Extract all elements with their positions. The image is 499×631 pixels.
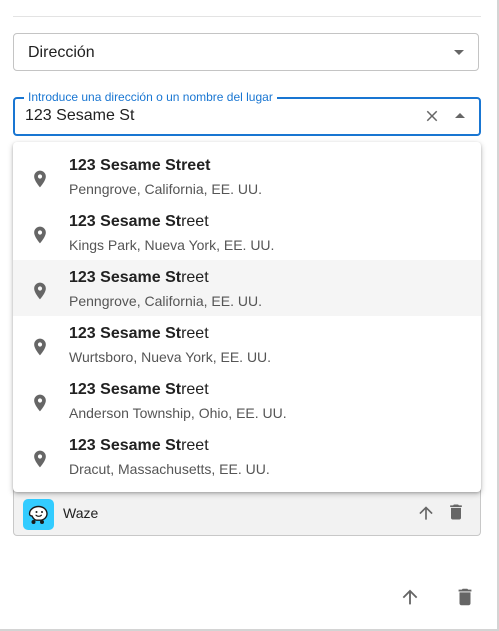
suggestion-title: 123 Sesame Street [69,269,209,286]
address-type-value: Dirección [28,44,95,61]
suggestion-subtitle: Penngrove, California, EE. UU. [69,181,262,197]
location-pin-icon [34,170,46,188]
navigation-app-row: Waze [13,486,481,536]
chevron-down-icon[interactable] [454,50,464,55]
top-divider [13,16,481,17]
location-pin-icon [34,394,46,412]
arrow-up-icon[interactable] [399,586,421,608]
location-pin-icon [34,226,46,244]
suggestion-title: 123 Sesame Street [69,437,209,454]
suggestion-item[interactable]: 123 Sesame Street Kings Park, Nueva York… [13,204,481,260]
suggestion-title: 123 Sesame Street [69,213,209,230]
place-search-input[interactable] [25,107,405,125]
suggestion-item[interactable]: 123 Sesame Street Anderson Township, Ohi… [13,372,481,428]
clear-icon[interactable] [423,107,441,125]
suggestion-subtitle: Anderson Township, Ohio, EE. UU. [69,405,287,421]
suggestion-item[interactable]: 123 Sesame Street Penngrove, California,… [13,148,481,204]
suggestion-item[interactable]: 123 Sesame Street Penngrove, California,… [13,260,481,316]
suggestion-title: 123 Sesame Street [69,157,211,174]
search-field-label: Introduce una dirección o un nombre del … [24,90,277,104]
location-pin-icon [34,450,46,468]
suggestion-subtitle: Kings Park, Nueva York, EE. UU. [69,237,275,253]
address-type-select[interactable]: Dirección [13,33,479,71]
suggestion-subtitle: Penngrove, California, EE. UU. [69,293,262,309]
app-label: Waze [63,505,99,521]
suggestion-subtitle: Dracut, Massachusetts, EE. UU. [69,461,270,477]
location-pin-icon [34,338,46,356]
delete-icon[interactable] [446,502,466,522]
chevron-up-icon[interactable] [455,113,465,118]
suggestions-dropdown: 123 Sesame Street Penngrove, California,… [13,142,481,492]
location-pin-icon [34,282,46,300]
suggestion-item[interactable]: 123 Sesame Street Dracut, Massachusetts,… [13,428,481,484]
suggestion-item[interactable]: 123 Sesame Street Wurtsboro, Nueva York,… [13,316,481,372]
arrow-up-icon[interactable] [416,503,436,523]
suggestion-title: 123 Sesame Street [69,381,209,398]
suggestion-subtitle: Wurtsboro, Nueva York, EE. UU. [69,349,272,365]
waze-logo-icon [23,499,54,530]
delete-icon[interactable] [454,586,476,608]
suggestion-title: 123 Sesame Street [69,325,209,342]
